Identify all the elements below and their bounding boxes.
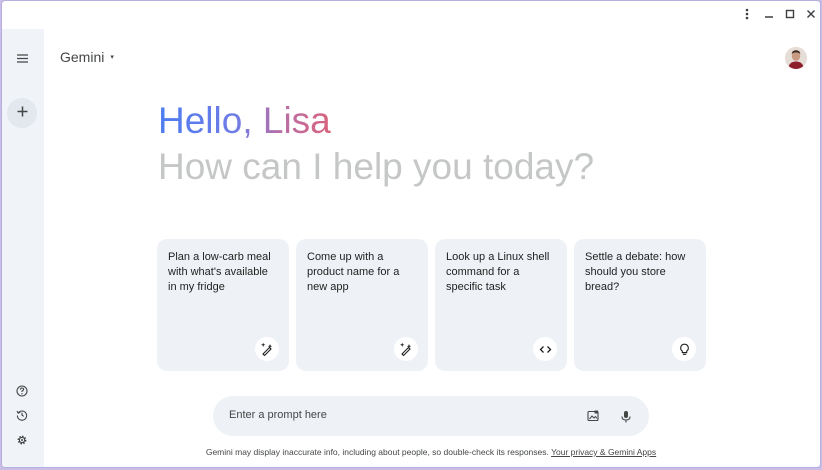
maximize-icon[interactable]	[782, 6, 798, 22]
suggestion-card[interactable]: Look up a Linux shell command for a spec…	[435, 239, 567, 371]
suggestion-text: Plan a low-carb meal with what's availab…	[168, 251, 271, 293]
title-bar	[2, 1, 820, 29]
sidebar	[2, 29, 44, 467]
model-switcher[interactable]: Gemini ▾	[60, 49, 114, 65]
help-icon[interactable]	[14, 383, 30, 399]
prompt-input[interactable]: Enter a prompt here	[229, 409, 327, 421]
suggestion-text: Look up a Linux shell command for a spec…	[446, 251, 550, 293]
avatar[interactable]	[785, 47, 807, 69]
lightbulb-icon	[672, 337, 696, 361]
code-icon	[533, 337, 557, 361]
more-vert-icon[interactable]	[739, 6, 755, 22]
suggestion-cards: Plan a low-carb meal with what's availab…	[157, 239, 706, 371]
suggestion-card[interactable]: Plan a low-carb meal with what's availab…	[157, 239, 289, 371]
disclaimer-text: Gemini may display inaccurate info, incl…	[205, 447, 549, 457]
greeting-hello: Hello, Lisa	[158, 100, 331, 141]
chevron-down-icon: ▾	[110, 54, 114, 61]
minimize-icon[interactable]	[761, 6, 777, 22]
prompt-bar[interactable]: Enter a prompt here	[213, 396, 649, 436]
suggestion-text: Come up with a product name for a new ap…	[307, 251, 400, 293]
disclaimer: Gemini may display inaccurate info, incl…	[2, 447, 820, 457]
greeting-subtitle: How can I help you today?	[158, 146, 595, 187]
privacy-link[interactable]: Your privacy & Gemini Apps	[551, 447, 656, 457]
hamburger-menu-icon[interactable]	[7, 43, 37, 73]
gear-icon[interactable]	[14, 432, 30, 448]
history-icon[interactable]	[14, 407, 30, 423]
app-name: Gemini	[60, 49, 105, 65]
suggestion-card[interactable]: Settle a debate: how should you store br…	[574, 239, 706, 371]
suggestion-text: Settle a debate: how should you store br…	[585, 251, 686, 293]
image-upload-icon[interactable]	[585, 408, 601, 424]
suggestion-card[interactable]: Come up with a product name for a new ap…	[296, 239, 428, 371]
close-icon[interactable]	[803, 6, 819, 22]
plus-icon	[17, 104, 28, 122]
edit-sparkle-icon	[394, 337, 418, 361]
app-window: Gemini ▾ Hello, Lisa How can I help you …	[1, 0, 821, 468]
new-chat-button[interactable]	[7, 98, 37, 128]
mic-icon[interactable]	[618, 408, 634, 424]
greeting-title: Hello, Lisa	[158, 99, 331, 143]
edit-sparkle-icon	[255, 337, 279, 361]
